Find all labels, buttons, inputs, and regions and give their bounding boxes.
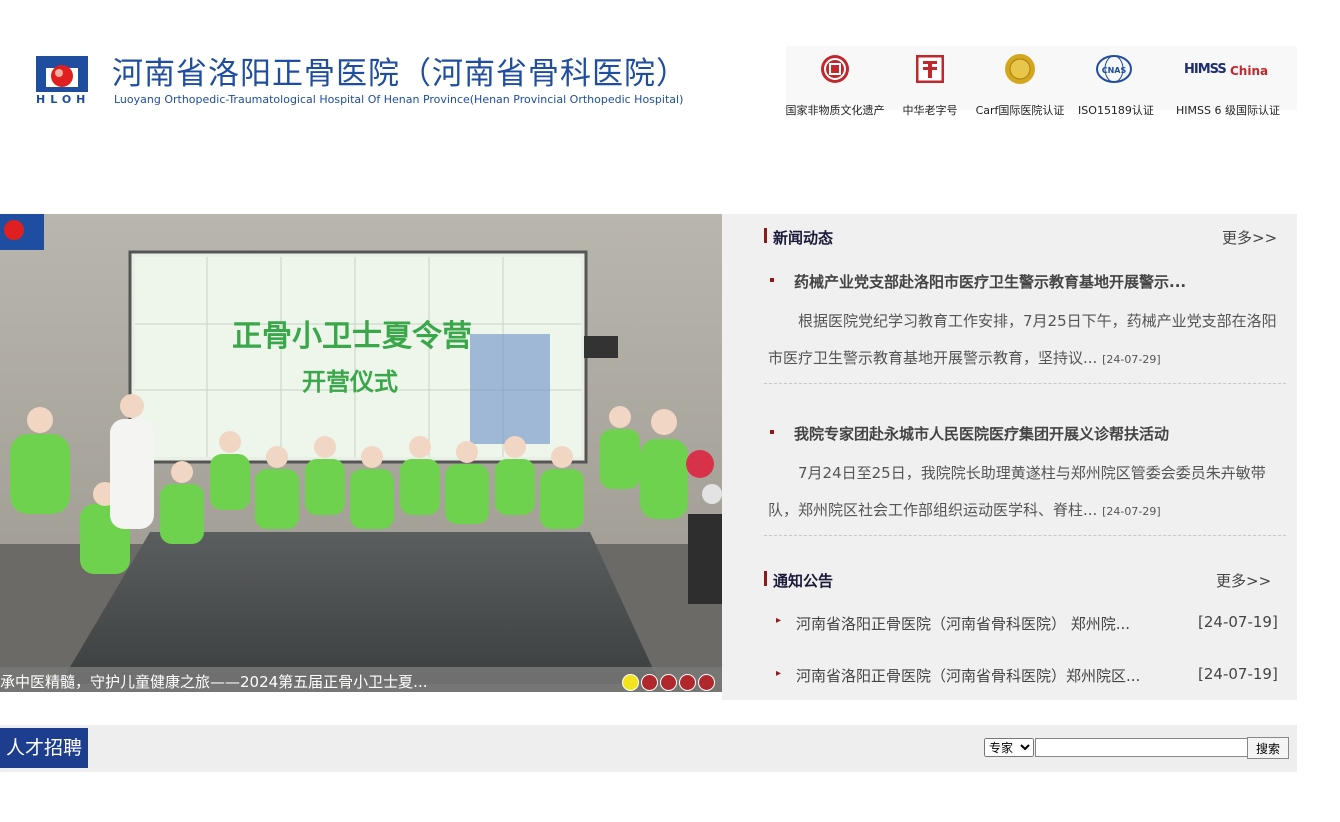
site-title: 河南省洛阳正骨医院（河南省骨科医院） <box>112 56 688 92</box>
cert-label: 国家非物质文化遗产 <box>785 104 885 117</box>
slider-caption[interactable]: 承中医精髓，守护儿童健康之旅——2024第五届正骨小卫士夏... <box>0 671 427 692</box>
cnas-text: CNAS <box>1102 66 1127 75</box>
notice-item[interactable]: 河南省洛阳正骨医院（河南省骨科医院）郑州院区... <box>796 665 1140 686</box>
news-more-link[interactable]: 更多>> <box>1222 227 1277 248</box>
cert-carf[interactable]: Carf国际医院认证 <box>976 53 1064 117</box>
logo-letters: HLOH <box>36 93 91 106</box>
slider-dot-3[interactable] <box>660 674 677 691</box>
news-item-summary: 根据医院党纪学习教育工作安排，7月25日下午，药械产业党支部在洛阳市医疗卫生警示… <box>768 303 1288 378</box>
search-input[interactable] <box>1035 738 1249 757</box>
slider-dot-5[interactable] <box>698 674 715 691</box>
news-divider <box>764 383 1286 384</box>
slide-photo: 正骨小卫士夏令营 开营仪式 <box>0 214 722 692</box>
news-bullet <box>770 430 774 434</box>
cert-label: ISO15189认证 <box>1078 104 1154 117</box>
site-title-english: Luoyang Orthopedic-Traumatological Hospi… <box>114 93 684 106</box>
cert-iso15189[interactable]: CNAS ISO15189认证 <box>1078 54 1154 117</box>
news-item-title[interactable]: 我院专家团赴永城市人民医院医疗集团开展义诊帮扶活动 <box>794 423 1169 444</box>
intangible-heritage-icon <box>821 55 849 83</box>
recruitment-tab[interactable]: 人才招聘 <box>0 728 88 768</box>
certifications-bar: 国家非物质文化遗产 中华老字号 Carf国际医院认证 CNAS ISO15189… <box>786 46 1297 117</box>
notice-arrow-icon: ▸ <box>776 668 782 679</box>
cert-label: 中华老字号 <box>902 104 958 117</box>
screen-title: 正骨小卫士夏令营 <box>232 319 472 354</box>
carf-seal-icon <box>1005 54 1035 84</box>
notice-heading-marker <box>764 571 767 586</box>
cert-label: HIMSS 6 级国际认证 <box>1176 104 1280 117</box>
himss-text: HIMSS <box>1184 62 1227 77</box>
news-bullet <box>770 278 774 282</box>
time-honored-brand-icon <box>916 55 944 83</box>
news-item-date: [24-07-29] <box>1102 505 1161 518</box>
news-heading-marker <box>764 228 767 243</box>
slider-dot-1[interactable] <box>622 674 639 691</box>
news-divider <box>764 535 1286 536</box>
cnas-icon: CNAS <box>1096 55 1132 83</box>
cert-intangible-heritage[interactable]: 国家非物质文化遗产 <box>786 54 885 117</box>
notice-date: [24-07-19] <box>1198 613 1278 631</box>
notice-date: [24-07-19] <box>1198 665 1278 683</box>
news-item-summary: 7月24日至25日，我院院长助理黄遂柱与郑州院区管委会委员朱卉敏带队，郑州院区社… <box>768 455 1288 530</box>
notice-arrow-icon: ▸ <box>776 615 782 626</box>
search-button[interactable]: 搜索 <box>1247 737 1289 759</box>
cert-himss[interactable]: HIMSS China HIMSS 6 级国际认证 <box>1176 62 1280 117</box>
photo-slider[interactable]: 正骨小卫士夏令营 开营仪式 <box>0 214 722 692</box>
himss-sub-text: China <box>1230 64 1269 78</box>
himss-logo-icon: HIMSS China <box>1184 62 1268 78</box>
search-type-select[interactable]: 专家 <box>984 738 1034 757</box>
cert-time-honored[interactable]: 中华老字号 <box>903 55 958 117</box>
screen-subtitle: 开营仪式 <box>302 368 398 396</box>
news-item-title[interactable]: 药械产业党支部赴洛阳市医疗卫生警示教育基地开展警示... <box>794 271 1186 292</box>
notice-heading: 通知公告 <box>773 572 834 590</box>
news-heading: 新闻动态 <box>773 229 834 247</box>
hospital-logo[interactable]: HLOH <box>34 54 90 106</box>
news-item-body: 7月24日至25日，我院院长助理黄遂柱与郑州院区管委会委员朱卉敏带队，郑州院区社… <box>768 464 1266 519</box>
news-item-date: [24-07-29] <box>1102 353 1161 366</box>
notice-more-link[interactable]: 更多>> <box>1216 570 1271 591</box>
news-item-body: 根据医院党纪学习教育工作安排，7月25日下午，药械产业党支部在洛阳市医疗卫生警示… <box>768 312 1277 367</box>
cert-label: Carf国际医院认证 <box>975 104 1065 117</box>
slider-dot-2[interactable] <box>641 674 658 691</box>
slider-dot-4[interactable] <box>679 674 696 691</box>
notice-item[interactable]: 河南省洛阳正骨医院（河南省骨科医院） 郑州院... <box>796 613 1130 634</box>
